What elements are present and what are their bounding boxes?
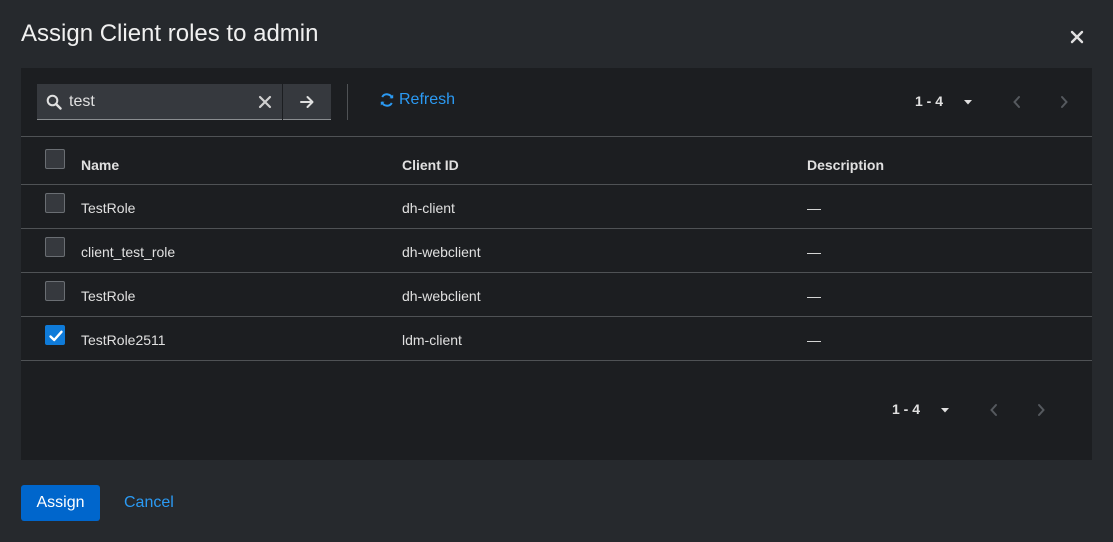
role-description: — (807, 244, 821, 260)
next-page-icon[interactable] (1059, 94, 1069, 110)
search-icon (46, 94, 62, 110)
client-id: dh-webclient (402, 288, 481, 304)
checkmark-icon (49, 330, 63, 342)
table-row: TestRole dh-webclient — (21, 273, 1092, 317)
close-button[interactable] (1066, 26, 1088, 48)
cancel-button[interactable]: Cancel (109, 485, 189, 521)
roles-table: Name Client ID Description TestRole dh-c… (21, 136, 1092, 361)
toolbar: Refresh 1 - 4 (21, 68, 1092, 136)
role-name: TestRole (81, 288, 136, 304)
role-description: — (807, 288, 821, 304)
previous-page-icon[interactable] (1012, 94, 1022, 110)
column-header-client-id[interactable]: Client ID (402, 157, 459, 173)
search-submit-button[interactable] (283, 84, 331, 120)
chevron-down-icon[interactable] (939, 404, 951, 416)
roles-panel: Refresh 1 - 4 Name Client ID Description… (21, 68, 1092, 460)
assign-button[interactable]: Assign (21, 485, 100, 521)
table-row: client_test_role dh-webclient — (21, 229, 1092, 273)
arrow-right-icon (300, 96, 314, 108)
row-checkbox[interactable] (45, 193, 65, 213)
pagination-range: 1 - 4 (915, 93, 944, 109)
search-input[interactable] (69, 84, 249, 119)
search-box[interactable] (37, 84, 282, 120)
previous-page-icon[interactable] (989, 402, 999, 418)
table-row: TestRole2511 ldm-client — (21, 317, 1092, 361)
role-name: TestRole (81, 200, 136, 216)
client-id: dh-client (402, 200, 455, 216)
table-row: TestRole dh-client — (21, 185, 1092, 229)
modal-title: Assign Client roles to admin (21, 20, 319, 47)
close-icon (1070, 30, 1084, 44)
client-id: ldm-client (402, 332, 462, 348)
row-checkbox[interactable] (45, 325, 65, 345)
role-name: TestRole2511 (81, 332, 166, 348)
next-page-icon[interactable] (1036, 402, 1046, 418)
role-description: — (807, 200, 821, 216)
pagination-top: 1 - 4 (915, 90, 1075, 114)
role-name: client_test_role (81, 244, 176, 260)
chevron-down-icon[interactable] (962, 96, 974, 108)
row-checkbox[interactable] (45, 237, 65, 257)
client-id: dh-webclient (402, 244, 481, 260)
pagination-range: 1 - 4 (892, 401, 921, 417)
refresh-icon (380, 93, 394, 107)
pagination-bottom: 1 - 4 (892, 398, 1052, 422)
table-header-row: Name Client ID Description (21, 136, 1092, 185)
select-all-checkbox[interactable] (45, 149, 65, 169)
clear-search-icon[interactable] (257, 94, 273, 110)
column-header-description: Description (807, 157, 885, 173)
role-description: — (807, 332, 821, 348)
column-header-name[interactable]: Name (81, 157, 119, 173)
refresh-button[interactable]: Refresh (379, 91, 455, 109)
row-checkbox[interactable] (45, 281, 65, 301)
refresh-label: Refresh (399, 91, 456, 108)
toolbar-divider (347, 84, 348, 120)
